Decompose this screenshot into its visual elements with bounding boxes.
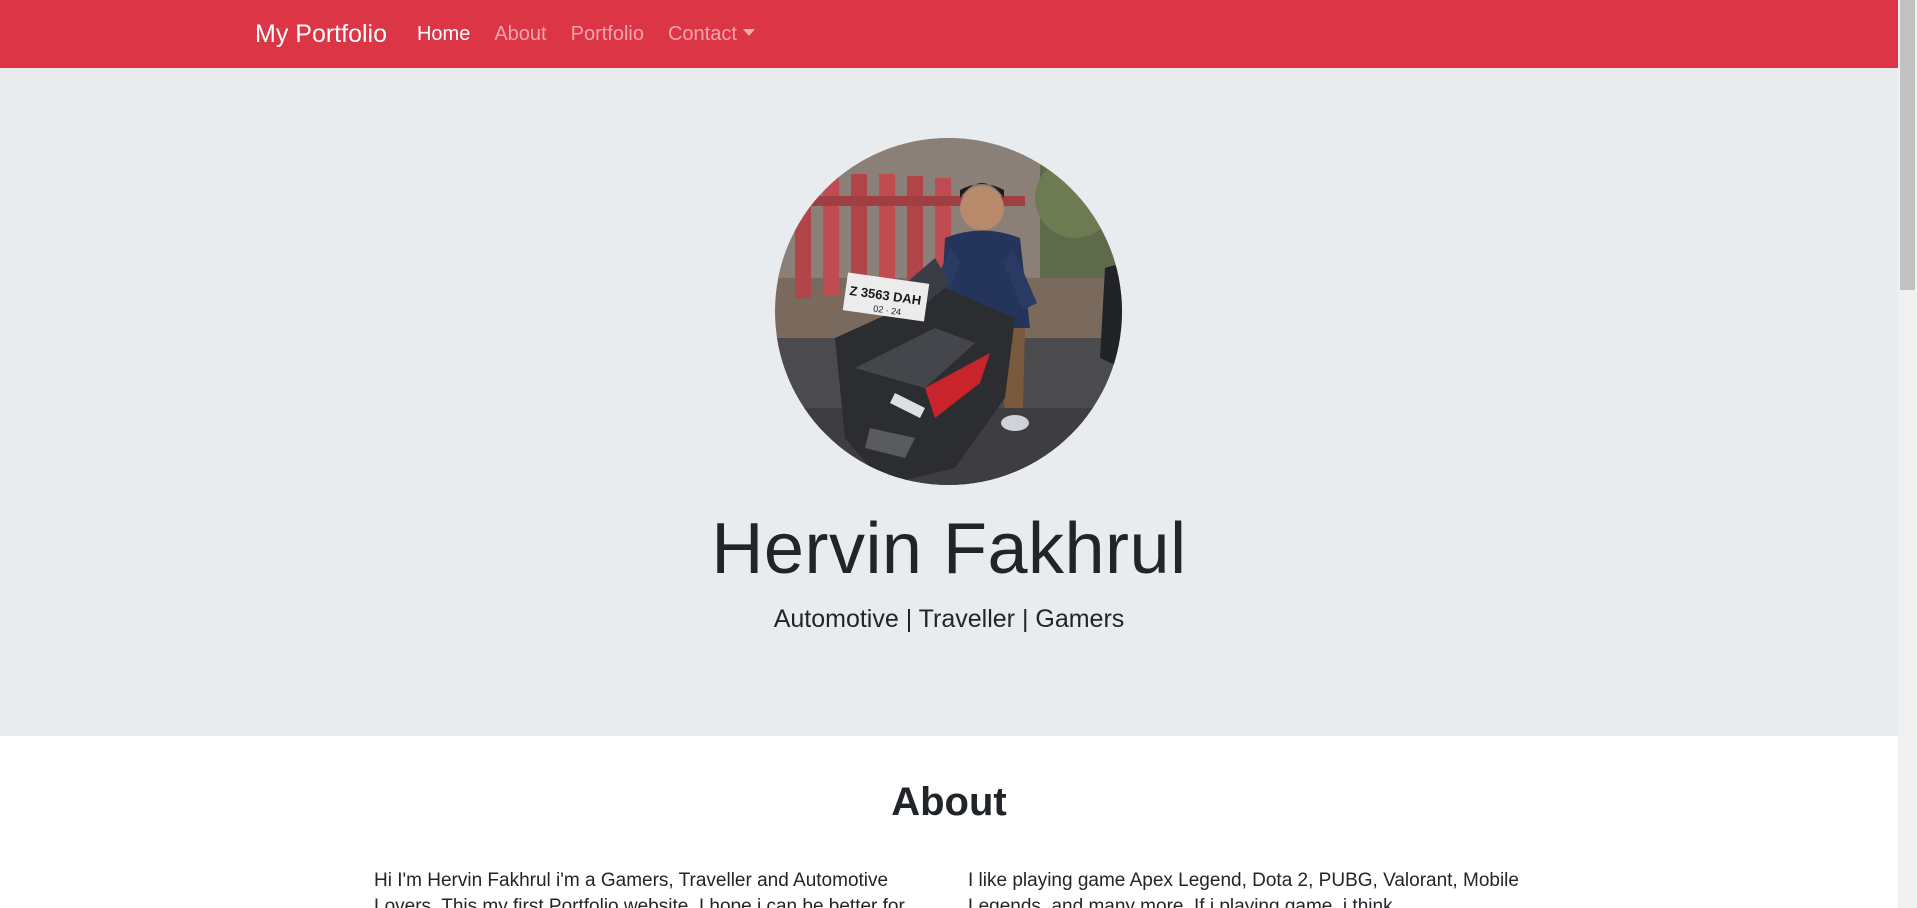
- profile-photo: Z 3563 DAH 02 · 24: [775, 138, 1122, 485]
- profile-photo-illustration: Z 3563 DAH 02 · 24: [775, 138, 1122, 485]
- nav-inner: My Portfolio Home About Portfolio Contac…: [255, 0, 779, 68]
- nav-link-contact[interactable]: Contact: [668, 23, 755, 46]
- hero-jumbotron: Z 3563 DAH 02 · 24 Hervin Fakhrul Automo…: [0, 68, 1898, 736]
- about-text-right: I like playing game Apex Legend, Dota 2,…: [968, 870, 1519, 908]
- nav-link-home[interactable]: Home: [417, 23, 470, 46]
- about-section: About Hi I'm Hervin Fakhrul i'm a Gamers…: [0, 736, 1898, 908]
- navbar-brand[interactable]: My Portfolio: [255, 20, 387, 49]
- browser-viewport: My Portfolio Home About Portfolio Contac…: [0, 0, 1917, 908]
- hero-name: Hervin Fakhrul: [711, 509, 1187, 589]
- page: My Portfolio Home About Portfolio Contac…: [0, 0, 1898, 908]
- hero-tagline: Automotive | Traveller | Gamers: [773, 605, 1125, 633]
- about-title: About: [891, 780, 1007, 824]
- vertical-scrollbar[interactable]: [1898, 0, 1917, 908]
- chevron-down-icon: [742, 28, 755, 36]
- nav-link-portfolio[interactable]: Portfolio: [571, 23, 644, 46]
- scrollbar-thumb[interactable]: [1900, 0, 1915, 290]
- nav-link-contact-label: Contact: [667, 22, 737, 45]
- about-text-left: Hi I'm Hervin Fakhrul i'm a Gamers, Trav…: [374, 870, 905, 908]
- nav-link-about[interactable]: About: [494, 23, 546, 46]
- navbar: My Portfolio Home About Portfolio Contac…: [0, 0, 1898, 68]
